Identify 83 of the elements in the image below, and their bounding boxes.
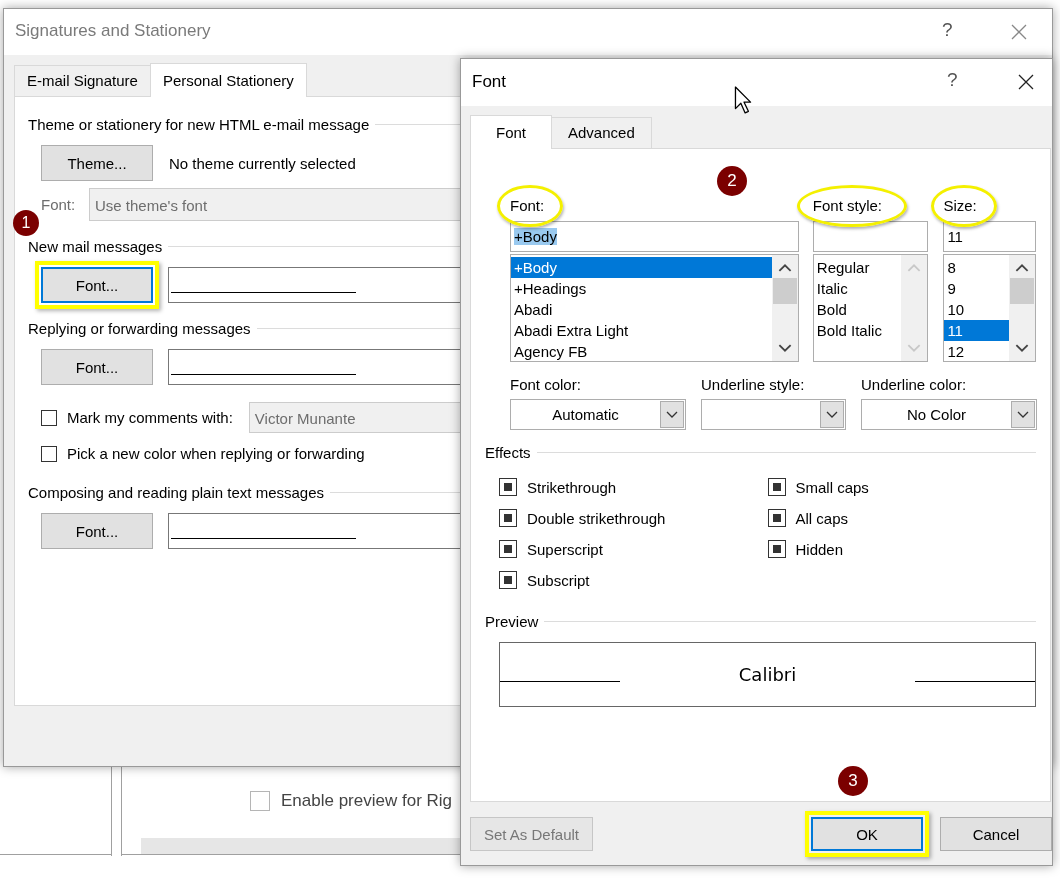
checkbox[interactable] (250, 791, 270, 811)
chevron-down-icon[interactable] (777, 344, 792, 353)
chevron-down-icon[interactable] (1015, 344, 1029, 353)
checkbox[interactable] (41, 445, 57, 462)
preview-text: Calibri (738, 664, 797, 685)
list-item[interactable]: Bold (813, 299, 902, 320)
font-button[interactable]: Font... (41, 349, 153, 385)
field-label: Underline style: (701, 376, 806, 393)
section-heading: New mail messages (28, 237, 163, 255)
scrollbar-thumb[interactable] (772, 278, 797, 304)
checkbox[interactable] (41, 409, 57, 426)
help-button[interactable]: ? (942, 19, 953, 41)
input-field[interactable]: 11 (943, 221, 1036, 252)
list-item[interactable]: Bold Italic (813, 320, 902, 341)
dialog-button[interactable]: OK (811, 817, 923, 851)
checkbox-label: Double strikethrough (527, 509, 666, 527)
help-button[interactable]: ? (947, 69, 958, 91)
list-item[interactable]: Regular (813, 257, 902, 278)
checkbox-label: Strikethrough (527, 478, 617, 496)
checkbox[interactable] (499, 571, 517, 589)
font-button[interactable]: Font... (41, 267, 153, 303)
list-item[interactable]: 12 (944, 341, 1009, 362)
checkbox[interactable] (499, 509, 517, 527)
input-field[interactable]: +Body (510, 221, 799, 252)
checkbox-label: Subscript (527, 571, 590, 589)
checkbox[interactable] (499, 478, 517, 496)
list-item[interactable]: 9 (944, 278, 1009, 299)
font-button[interactable]: Font... (41, 513, 153, 549)
field-label: Font: (510, 197, 545, 214)
checkbox[interactable] (767, 478, 786, 496)
scrollbar-thumb[interactable] (1010, 278, 1034, 304)
checkbox-label: Enable preview for Rig (281, 791, 453, 811)
tab[interactable]: Personal Stationery (149, 63, 307, 97)
step-badge: 2 (717, 166, 747, 196)
checkbox[interactable] (767, 509, 786, 527)
chevron-up-icon[interactable] (1015, 263, 1029, 272)
list-item[interactable]: Abadi Extra Light (511, 320, 772, 341)
field-label: Font style: (812, 197, 883, 214)
chevron-down-icon (666, 410, 678, 419)
section-heading: Replying or forwarding messages (28, 319, 251, 337)
chevron-down-icon (1017, 410, 1029, 419)
scrollbar[interactable] (771, 255, 798, 361)
checkbox-label: Superscript (527, 540, 603, 558)
tab[interactable]: Advanced (551, 117, 652, 148)
list-item[interactable]: 10 (944, 299, 1009, 320)
input-field[interactable] (812, 221, 929, 252)
dropdown[interactable]: No Color (861, 399, 1037, 430)
field-label: Font color: (510, 376, 582, 393)
tab[interactable]: Font (470, 115, 552, 149)
field-label: Font: (41, 196, 77, 213)
chevron-up-icon[interactable] (777, 263, 792, 272)
checkbox[interactable] (767, 540, 786, 558)
list-item[interactable]: +Body (511, 257, 772, 278)
step-badge: 3 (838, 766, 868, 796)
list-item[interactable]: Abadi (511, 299, 772, 320)
list-item[interactable]: 8 (944, 257, 1009, 278)
dropdown[interactable]: Automatic (510, 399, 686, 430)
window-title: Signatures and Stationery (15, 21, 211, 41)
checkbox-label: Mark my comments with: (67, 409, 233, 426)
chevron-down-icon (826, 410, 838, 419)
list-item[interactable]: 11 (944, 320, 1009, 341)
field-label: Underline color: (861, 376, 968, 393)
scrollbar[interactable] (1009, 255, 1035, 361)
step-badge: 1 (13, 210, 39, 236)
window-title: Font (472, 72, 507, 92)
tab[interactable]: E-mail Signature (14, 65, 151, 96)
status-text: No theme currently selected (169, 154, 356, 172)
checkbox-label: Small caps (795, 478, 869, 496)
checkbox-label: Pick a new color when replying or forwarding (67, 445, 365, 462)
section-heading: Effects (485, 443, 531, 461)
dialog-button[interactable]: Cancel (940, 817, 1052, 851)
list-item[interactable]: Italic (813, 278, 902, 299)
checkbox[interactable] (499, 540, 517, 558)
checkbox-label: Hidden (795, 540, 844, 558)
list-item[interactable]: Agency FB (511, 341, 772, 362)
list-item[interactable]: +Headings (511, 278, 772, 299)
section-heading: Preview (485, 612, 539, 630)
section-heading: Theme or stationery for new HTML e-mail message (28, 115, 370, 133)
theme-button[interactable]: Theme... (41, 145, 153, 181)
field-label: Size: (943, 197, 977, 214)
close-icon[interactable] (1018, 74, 1034, 90)
checkbox-label: All caps (795, 509, 849, 527)
section-heading: Composing and reading plain text messages (28, 483, 324, 501)
